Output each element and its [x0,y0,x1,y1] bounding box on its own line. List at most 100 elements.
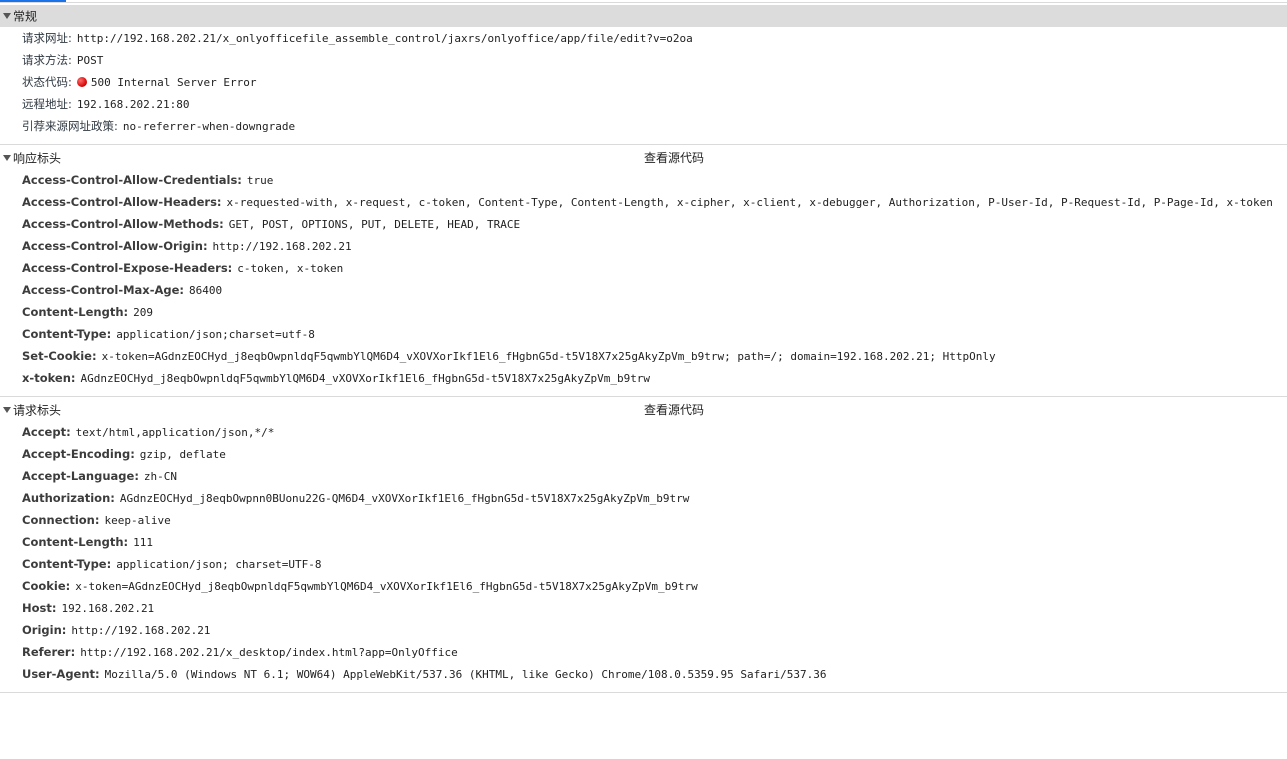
header-value: 111 [133,536,153,549]
header-row: 远程地址: 192.168.202.21:80 [0,93,1287,115]
header-key: Accept: [22,425,71,439]
expand-triangle-icon[interactable] [3,406,11,413]
header-key: Accept-Encoding: [22,447,135,461]
header-row: Accept: text/html,application/json,*/* [0,421,1287,443]
header-key: Connection: [22,513,100,527]
header-value: x-token=AGdnzEOCHyd_j8eqbOwpnldqF5qwmbYl… [75,580,698,593]
header-row: Accept-Encoding: gzip, deflate [0,443,1287,465]
header-key: 引荐来源网址政策: [22,119,118,133]
header-row: Access-Control-Expose-Headers: c-token, x… [0,257,1287,279]
header-value: http://192.168.202.21 [71,624,211,637]
section-divider [0,144,1287,145]
header-key: Access-Control-Allow-Methods: [22,217,224,231]
header-row: x-token: AGdnzEOCHyd_j8eqbOwpnldqF5qwmbYl… [0,367,1287,389]
header-key: Accept-Language: [22,469,139,483]
header-value: POST [76,54,104,67]
header-value: application/json; charset=UTF-8 [116,558,322,571]
header-row: Authorization: AGdnzEOCHyd_j8eqbOwpnn0BUo… [0,487,1287,509]
header-key: Origin: [22,623,67,637]
header-value: AGdnzEOCHyd_j8eqbOwpnldqF5qwmbYlQM6D4_vX… [80,372,651,385]
header-value: 192.168.202.21 [61,602,155,615]
header-key: Content-Length: [22,535,129,549]
header-value: 209 [133,306,153,319]
header-row: 请求方法: POST [0,49,1287,71]
header-value: Mozilla/5.0 (Windows NT 6.1; WOW64) Appl… [104,668,827,681]
header-row: Access-Control-Allow-Origin: http://192.1… [0,235,1287,257]
section-divider [0,692,1287,693]
header-row: Connection: keep-alive [0,509,1287,531]
header-key: Cookie: [22,579,71,593]
header-value: GET, POST, OPTIONS, PUT, DELETE, HEAD, T… [228,218,521,231]
header-value: text/html,application/json,*/* [75,426,275,439]
header-row: Content-Length: 111 [0,531,1287,553]
header-row: 状态代码: 500 Internal Server Error [0,71,1287,93]
header-value: c-token, x-token [237,262,344,275]
header-row: Access-Control-Allow-Methods: GET, POST, … [0,213,1287,235]
header-row: Origin: http://192.168.202.21 [0,619,1287,641]
header-value: zh-CN [143,470,178,483]
header-value: true [246,174,274,187]
header-key: Authorization: [22,491,115,505]
header-key: Access-Control-Expose-Headers: [22,261,233,275]
header-row: Cookie: x-token=AGdnzEOCHyd_j8eqbOwpnldqF… [0,575,1287,597]
response-view-source-link[interactable]: 查看源代码 [644,147,704,169]
header-row: 请求网址: http://192.168.202.21/x_onlyofficef… [0,27,1287,49]
response-headers-section: 响应标头 查看源代码 Access-Control-Allow-Credenti… [0,147,1287,389]
status-error-icon [76,76,87,87]
header-value: keep-alive [104,514,171,527]
top-divider [0,2,1287,3]
expand-triangle-icon[interactable] [3,154,11,161]
header-row: Accept-Language: zh-CN [0,465,1287,487]
header-value: 86400 [189,284,223,297]
header-row: Access-Control-Allow-Headers: x-requested… [0,191,1287,213]
expand-triangle-icon[interactable] [3,12,11,19]
header-key: Access-Control-Allow-Origin: [22,239,208,253]
header-value: http://192.168.202.21 [212,240,352,253]
header-row: Access-Control-Allow-Credentials: true [0,169,1287,191]
general-section: 常规 请求网址: http://192.168.202.21/x_onlyoffi… [0,5,1287,137]
header-value: no-referrer-when-downgrade [122,120,296,133]
header-row: Host: 192.168.202.21 [0,597,1287,619]
header-key: Content-Type: [22,557,112,571]
header-value: AGdnzEOCHyd_j8eqbOwpnn0BUonu22G-QM6D4_vX… [119,492,690,505]
header-key: Access-Control-Max-Age: [22,283,185,297]
header-key: Host: [22,601,57,615]
header-row: Content-Type: application/json;charset=ut… [0,323,1287,345]
header-value: x-token=AGdnzEOCHyd_j8eqbOwpnldqF5qwmbYl… [101,350,996,363]
header-key: 请求网址: [22,31,72,45]
header-value: 500 Internal Server Error [90,76,257,89]
header-key: 状态代码: [22,75,72,89]
general-rows: 请求网址: http://192.168.202.21/x_onlyofficef… [0,27,1287,137]
request-headers-header[interactable]: 请求标头 查看源代码 [0,399,1287,421]
response-headers-title: 响应标头 [13,151,62,166]
header-row: Set-Cookie: x-token=AGdnzEOCHyd_j8eqbOwpn… [0,345,1287,367]
header-value: 192.168.202.21:80 [76,98,190,111]
header-key: User-Agent: [22,667,100,681]
general-section-title: 常规 [13,9,38,24]
header-key: Referer: [22,645,76,659]
header-key: Set-Cookie: [22,349,97,363]
request-headers-title: 请求标头 [13,403,62,418]
header-row: 引荐来源网址政策: no-referrer-when-downgrade [0,115,1287,137]
header-value: application/json;charset=utf-8 [116,328,315,341]
header-value: http://192.168.202.21/x_onlyofficefile_a… [76,32,693,45]
header-key: 远程地址: [22,97,72,111]
response-headers-header[interactable]: 响应标头 查看源代码 [0,147,1287,169]
header-key: Access-Control-Allow-Headers: [22,195,222,209]
header-key: 请求方法: [22,53,72,67]
header-row: Access-Control-Max-Age: 86400 [0,279,1287,301]
request-headers-section: 请求标头 查看源代码 Accept: text/html,application/… [0,399,1287,685]
header-key: Content-Length: [22,305,129,319]
header-row: User-Agent: Mozilla/5.0 (Windows NT 6.1; … [0,663,1287,685]
response-header-rows: Access-Control-Allow-Credentials: true Acc… [0,169,1287,389]
request-header-rows: Accept: text/html,application/json,*/* Acc… [0,421,1287,685]
section-divider [0,396,1287,397]
header-value: x-requested-with, x-request, c-token, Co… [226,196,1273,209]
header-key: Content-Type: [22,327,112,341]
header-row: Content-Type: application/json; charset=U… [0,553,1287,575]
header-value: http://192.168.202.21/x_desktop/index.ht… [80,646,458,659]
header-row: Referer: http://192.168.202.21/x_desktop/… [0,641,1287,663]
general-section-header[interactable]: 常规 [0,5,1287,27]
request-view-source-link[interactable]: 查看源代码 [644,399,704,421]
header-row: Content-Length: 209 [0,301,1287,323]
